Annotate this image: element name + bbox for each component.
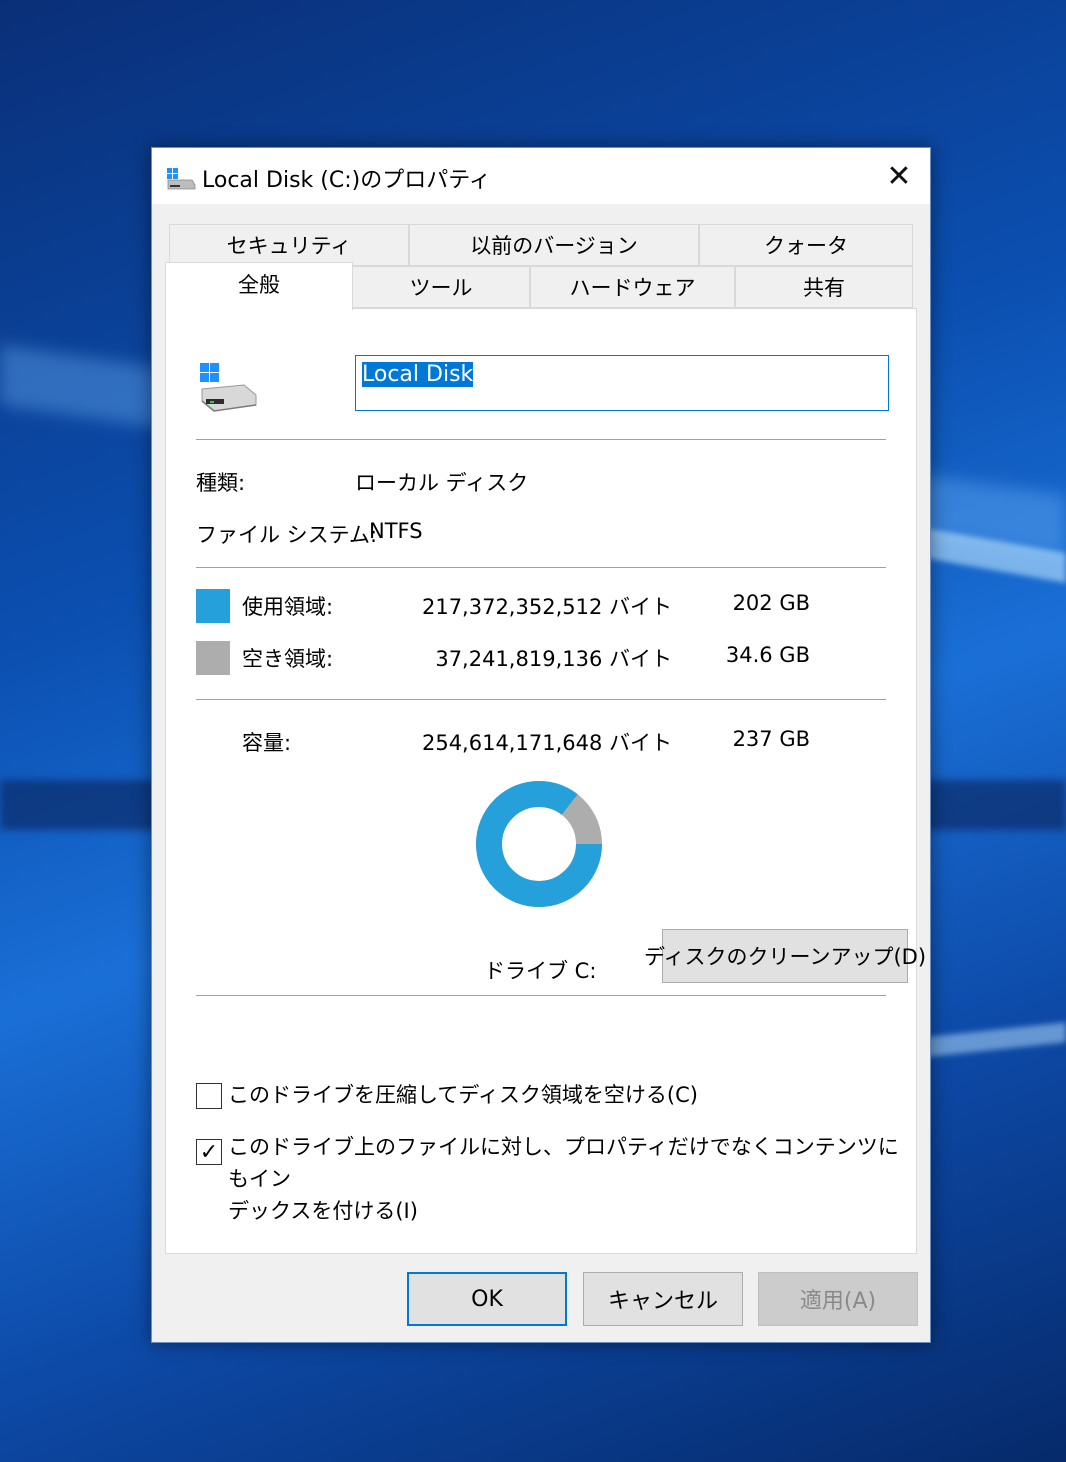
title-bar[interactable]: Local Disk (C:)のプロパティ ✕ bbox=[152, 148, 930, 204]
index-check-mark: ✓ bbox=[199, 1139, 219, 1165]
tab-hardware[interactable]: ハードウェア bbox=[530, 266, 735, 308]
free-space-label: 空き領域: bbox=[242, 647, 334, 671]
tab-sharing[interactable]: 共有 bbox=[735, 266, 913, 308]
tab-general[interactable]: 全般 bbox=[165, 262, 353, 310]
separator bbox=[196, 567, 886, 568]
tab-security[interactable]: セキュリティ bbox=[169, 224, 409, 266]
capacity-bytes: 254,614,171,648 バイト bbox=[421, 731, 672, 755]
compress-checkbox[interactable] bbox=[196, 1083, 222, 1109]
used-space-bytes: 217,372,352,512 バイト bbox=[421, 595, 672, 619]
index-label[interactable]: このドライブ上のファイルに対し、プロパティだけでなくコンテンツにもイン デックス… bbox=[228, 1131, 916, 1227]
drive-icon bbox=[167, 168, 196, 190]
cancel-button[interactable]: キャンセル bbox=[583, 1272, 743, 1326]
disk-usage-donut bbox=[476, 781, 602, 907]
used-space-label: 使用領域: bbox=[242, 595, 334, 619]
compress-label[interactable]: このドライブを圧縮してディスク領域を空ける(C) bbox=[228, 1079, 698, 1111]
filesystem-label: ファイル システム: bbox=[196, 523, 378, 547]
drive-name-input[interactable]: Local Disk bbox=[355, 355, 889, 411]
general-panel: Local Disk 種類: ローカル ディスク ファイル システム: NTFS… bbox=[165, 308, 926, 1254]
ok-button[interactable]: OK bbox=[407, 1272, 567, 1326]
type-value: ローカル ディスク bbox=[355, 471, 529, 495]
tab-tools[interactable]: ツール bbox=[352, 266, 530, 308]
free-space-swatch bbox=[196, 641, 230, 675]
tab-previous-versions[interactable]: 以前のバージョン bbox=[409, 224, 699, 266]
disk-cleanup-button[interactable]: ディスクのクリーンアップ(D) bbox=[644, 929, 926, 983]
drive-icon bbox=[200, 363, 257, 412]
separator bbox=[196, 995, 886, 996]
tab-quota[interactable]: クォータ bbox=[699, 224, 913, 266]
close-button[interactable]: ✕ bbox=[876, 156, 922, 196]
separator bbox=[196, 699, 886, 700]
properties-dialog: Local Disk (C:)のプロパティ ✕ セキュリティ 以前のバージョン … bbox=[151, 147, 931, 1343]
apply-button[interactable]: 適用(A) bbox=[758, 1272, 918, 1326]
capacity-size: 237 GB bbox=[732, 727, 810, 751]
capacity-label: 容量: bbox=[242, 731, 292, 755]
index-label-line2: デックスを付ける(I) bbox=[228, 1199, 418, 1223]
type-label: 種類: bbox=[196, 471, 246, 495]
used-space-swatch bbox=[196, 589, 230, 623]
drive-name-value: Local Disk bbox=[362, 362, 474, 387]
filesystem-value: NTFS bbox=[369, 519, 423, 543]
free-space-bytes: 37,241,819,136 バイト bbox=[435, 647, 672, 671]
free-space-size: 34.6 GB bbox=[725, 643, 810, 667]
window-title: Local Disk (C:)のプロパティ bbox=[202, 168, 491, 193]
index-label-line1: このドライブ上のファイルに対し、プロパティだけでなくコンテンツにもイン bbox=[228, 1135, 899, 1191]
drive-label: ドライブ C: bbox=[484, 959, 597, 983]
separator bbox=[196, 439, 886, 440]
used-space-size: 202 GB bbox=[732, 591, 810, 615]
index-checkbox[interactable]: ✓ bbox=[196, 1139, 222, 1165]
